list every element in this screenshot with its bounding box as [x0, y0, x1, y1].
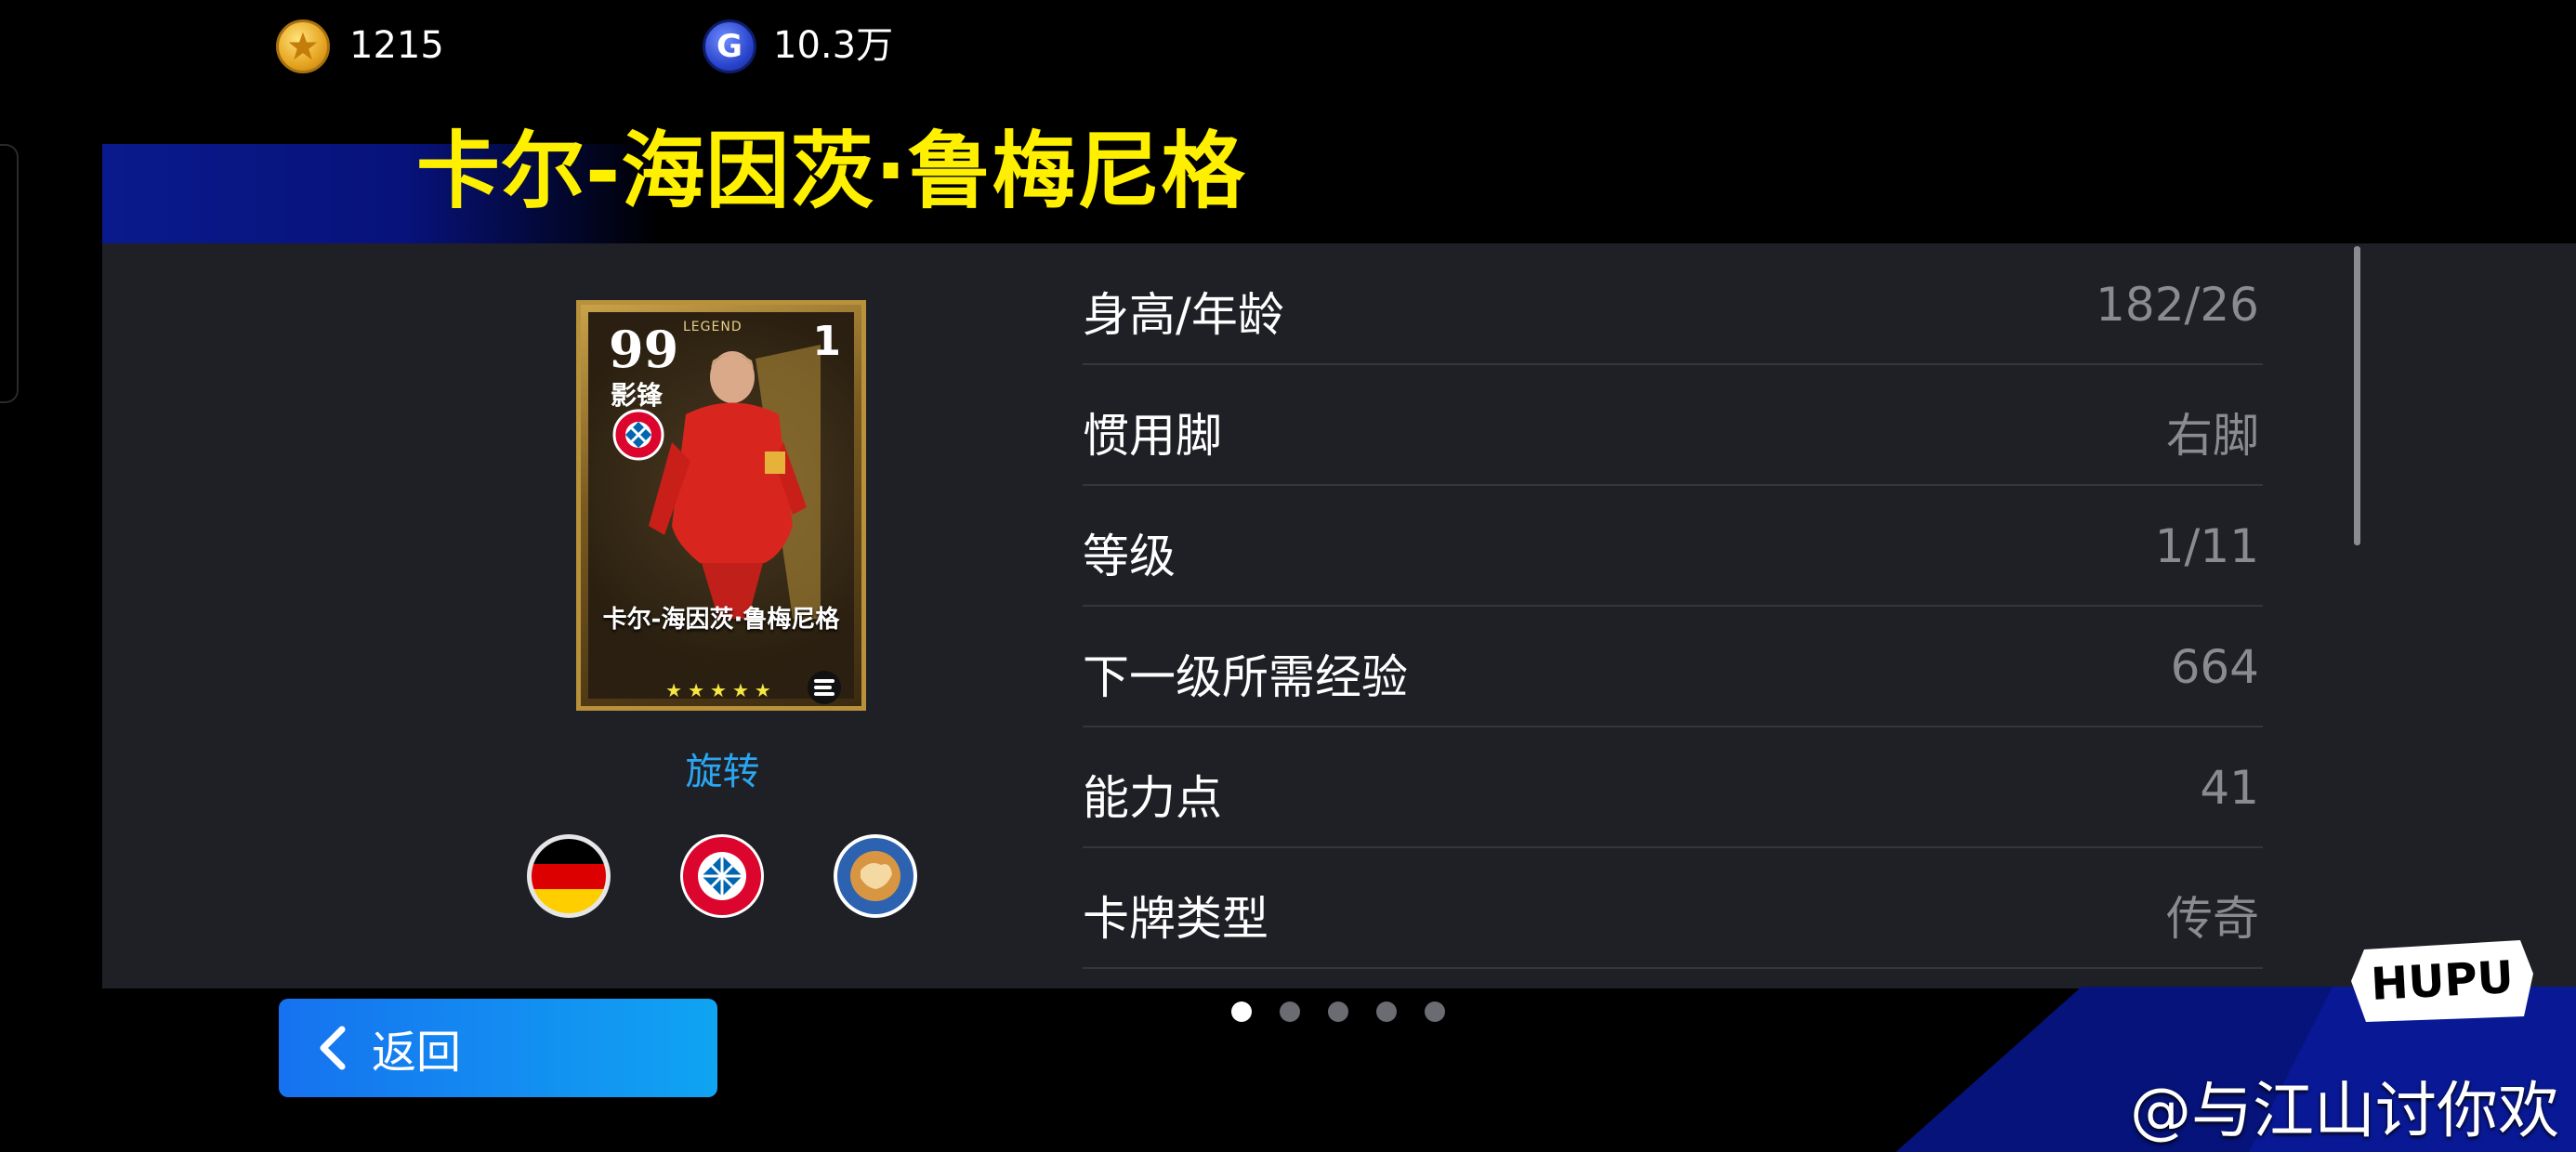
stat-row-level: 等级 1/11	[1083, 486, 2263, 607]
card-rating: 99	[609, 320, 679, 379]
hupu-logo: HUPU	[2351, 940, 2533, 1022]
card-player-name: 卡尔-海因茨·鲁梅尼格	[602, 606, 840, 634]
stat-value: 右脚	[2166, 409, 2259, 463]
efootball-logo-icon	[808, 671, 841, 704]
stat-value: 传奇	[2166, 892, 2259, 946]
stat-row-progression-points: 能力点 41	[1083, 727, 2263, 848]
stat-label: 等级	[1083, 530, 1176, 583]
stats-scrollbar[interactable]	[2354, 246, 2360, 545]
stat-row-card-type: 卡牌类型 传奇	[1083, 848, 2263, 969]
stat-label: 身高/年龄	[1083, 288, 1284, 342]
card-level: 1	[812, 318, 841, 365]
gold-coin-icon	[276, 20, 330, 73]
page-dot-5[interactable]	[1425, 1001, 1445, 1022]
gp-coin-icon: G	[703, 20, 756, 73]
card-club-crest-icon	[612, 409, 664, 461]
europa-league-badge-icon[interactable]	[833, 833, 918, 919]
page-dot-3[interactable]	[1328, 1001, 1348, 1022]
rotate-card-link[interactable]: 旋转	[651, 741, 795, 795]
player-portrait-image	[649, 345, 821, 619]
stat-value: 182/26	[2096, 278, 2259, 332]
page-dot-2[interactable]	[1280, 1001, 1300, 1022]
stat-row-preferred-foot: 惯用脚 右脚	[1083, 365, 2263, 486]
page-title: 卡尔-海因茨·鲁梅尼格	[416, 123, 1246, 220]
page-dot-1[interactable]	[1231, 1001, 1252, 1022]
stat-label: 能力点	[1083, 771, 1222, 825]
stat-value: 41	[2200, 761, 2259, 815]
stat-label: 下一级所需经验	[1083, 650, 1408, 704]
stat-row-next-level-exp: 下一级所需经验 664	[1083, 607, 2263, 727]
stat-label: 惯用脚	[1083, 409, 1222, 463]
stat-value: 664	[2170, 640, 2259, 694]
screen-notch	[0, 144, 19, 403]
stat-label: 卡牌类型	[1083, 892, 1268, 946]
back-button-label: 返回	[372, 1027, 462, 1079]
gp-amount: 10.3万	[773, 24, 894, 67]
card-position: 影锋	[611, 380, 664, 411]
germany-flag-icon[interactable]	[526, 833, 611, 919]
card-legend-label: LEGEND	[683, 320, 743, 334]
card-background: 99 影锋 LEGEND 1 卡尔-海因茨·鲁梅尼格 ★★★★★	[588, 312, 854, 704]
bayern-munich-crest-icon[interactable]	[679, 833, 765, 919]
stat-value: 1/11	[2154, 519, 2259, 573]
hupu-logo-text: HUPU	[2370, 951, 2515, 1011]
player-card[interactable]: 99 影锋 LEGEND 1 卡尔-海因茨·鲁梅尼格 ★★★★★	[576, 300, 866, 711]
back-button[interactable]: 返回	[279, 999, 717, 1097]
chevron-left-icon	[320, 1026, 346, 1070]
watermark-text: @与江山讨你欢	[2130, 1075, 2559, 1146]
stat-row-height-age: 身高/年龄 182/26	[1083, 244, 2263, 365]
page-dot-4[interactable]	[1376, 1001, 1397, 1022]
gold-amount: 1215	[349, 24, 444, 67]
